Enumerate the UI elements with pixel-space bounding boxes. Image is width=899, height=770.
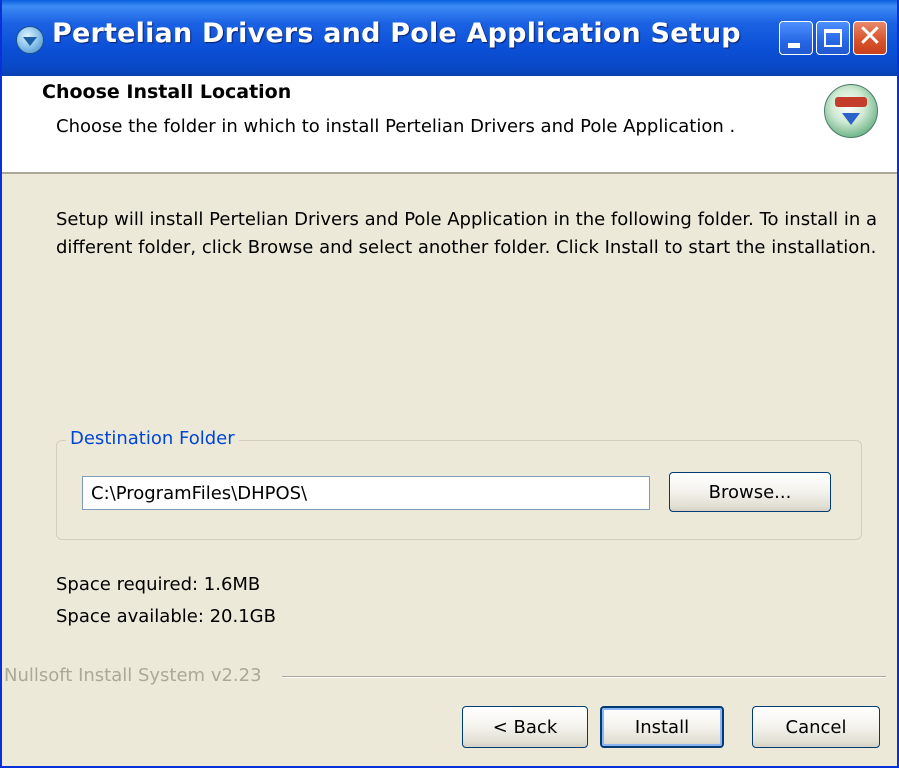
page-header: Choose Install Location Choose the folde… (2, 76, 897, 174)
page-subtitle: Choose the folder in which to install Pe… (56, 116, 736, 137)
window-title: Pertelian Drivers and Pole Application S… (52, 18, 741, 49)
nsis-badge-icon (835, 97, 867, 107)
description-line-2: different folder, click Browse and selec… (56, 237, 877, 258)
setup-window: Pertelian Drivers and Pole Application S… (0, 0, 899, 768)
browse-button[interactable]: Browse... (669, 472, 831, 512)
description-line-1: Setup will install Pertelian Drivers and… (56, 209, 878, 230)
destination-folder-label: Destination Folder (66, 428, 239, 449)
title-bar[interactable]: Pertelian Drivers and Pole Application S… (2, 0, 897, 76)
minimize-button[interactable] (779, 21, 813, 55)
install-button[interactable]: Install (600, 706, 724, 748)
space-available: Space available: 20.1GB (56, 606, 276, 627)
install-description: Setup will install Pertelian Drivers and… (56, 206, 878, 262)
back-button[interactable]: < Back (462, 706, 588, 748)
space-required: Space required: 1.6MB (56, 574, 261, 595)
branding-divider (282, 676, 886, 678)
download-arrow-icon (842, 113, 860, 125)
minimize-icon (788, 43, 800, 48)
close-icon: ✕ (857, 19, 883, 54)
close-button[interactable]: ✕ (853, 19, 887, 55)
setup-app-icon (16, 26, 44, 54)
maximize-button[interactable] (816, 21, 850, 55)
page-title: Choose Install Location (42, 81, 292, 103)
destination-path-input[interactable] (82, 476, 650, 510)
cancel-button[interactable]: Cancel (752, 706, 880, 748)
nsis-installer-icon (824, 84, 878, 138)
maximize-icon (824, 29, 842, 47)
nsis-branding: Nullsoft Install System v2.23 (4, 665, 268, 686)
